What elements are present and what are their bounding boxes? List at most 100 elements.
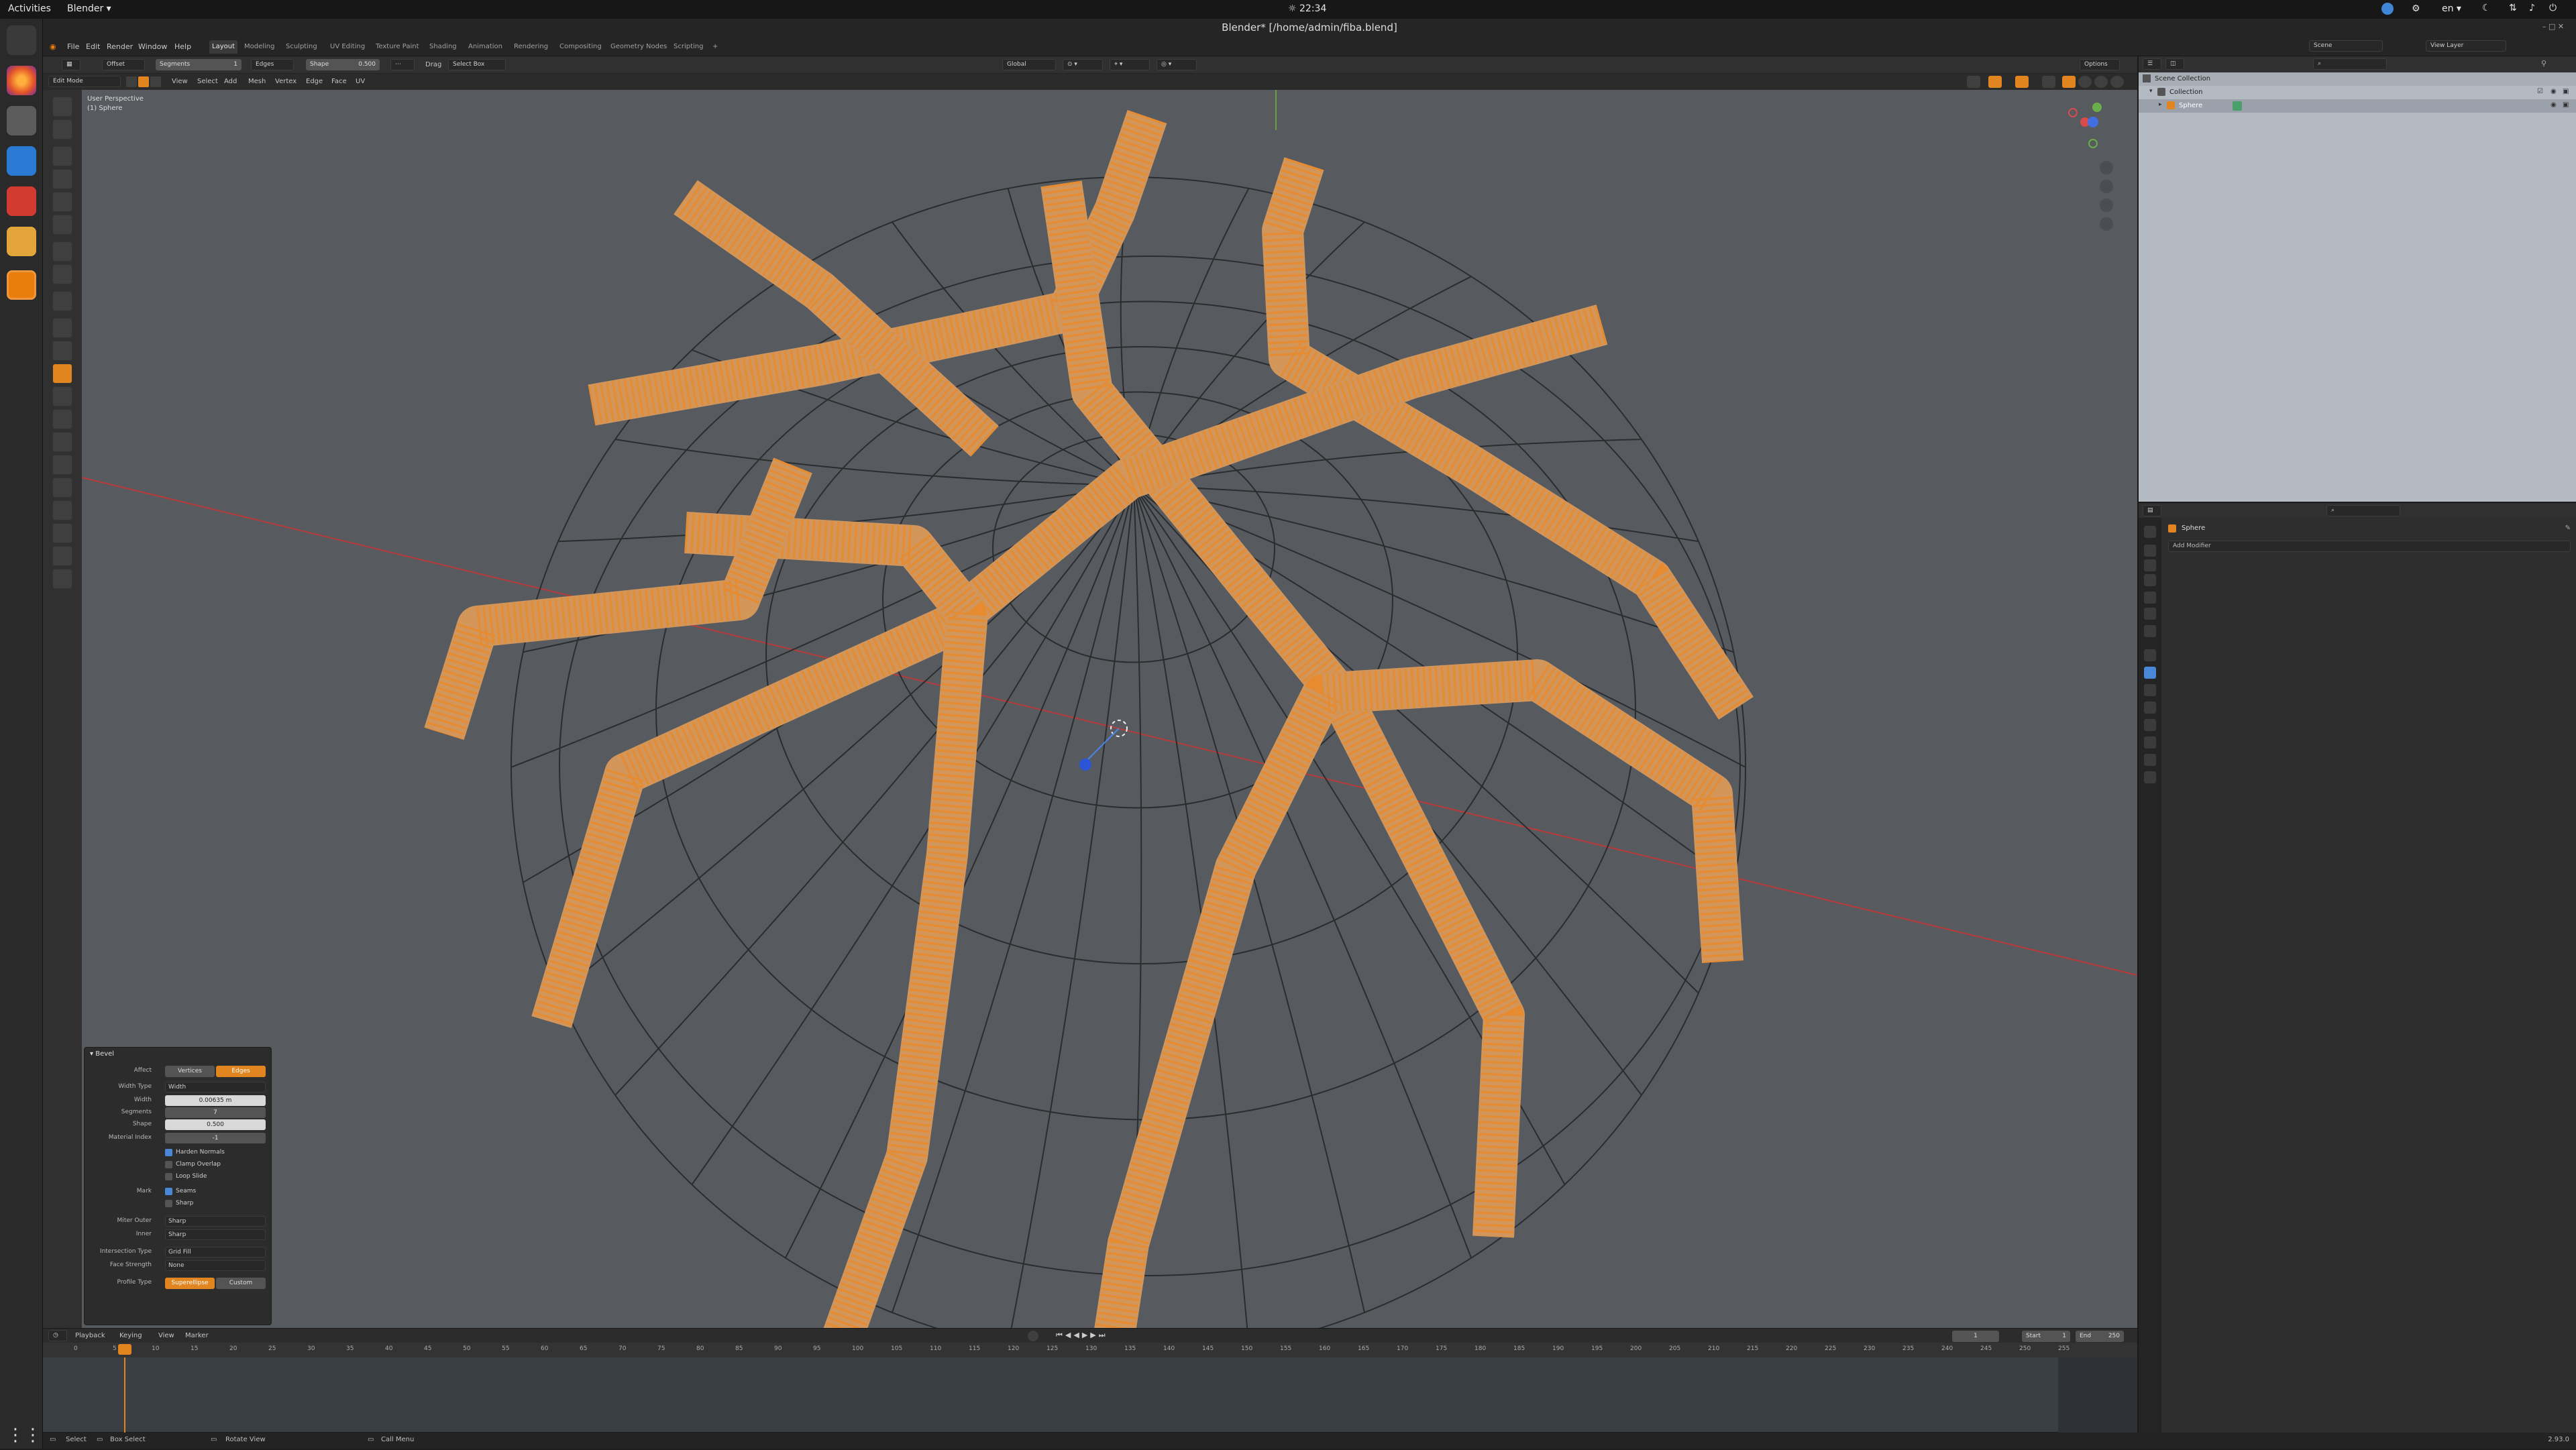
menu-add[interactable]: Add (224, 78, 237, 85)
window-controls[interactable]: – □ ✕ (2542, 22, 2569, 33)
outliner-row[interactable]: ▾ Collection ☑ ◉ ▣ (2139, 86, 2576, 99)
render-camera-icon[interactable]: ▣ (2563, 101, 2569, 109)
playhead-marker[interactable] (118, 1344, 131, 1355)
snap-dropdown[interactable]: ⋯ (390, 59, 415, 70)
world-tab-icon[interactable] (2144, 608, 2156, 620)
edge-select-icon[interactable] (138, 76, 149, 87)
tab-texture-paint[interactable]: Texture Paint (373, 40, 422, 54)
extrude-tool-icon[interactable] (52, 318, 72, 338)
bevel-operator-panel[interactable]: ▾ Bevel Affect Vertices Edges Width Type… (84, 1047, 272, 1325)
offset-dropdown[interactable]: Offset (102, 59, 145, 70)
measure-tool-icon[interactable] (52, 264, 72, 284)
affect-vertices-option[interactable]: Vertices (165, 1066, 215, 1077)
text-editor-icon[interactable] (7, 227, 36, 256)
add-workspace-button[interactable]: + (710, 40, 720, 54)
pivot-dropdown[interactable]: ⊙ ▾ (1063, 59, 1103, 70)
vscode-icon[interactable] (7, 146, 36, 176)
bevel-panel-title[interactable]: ▾ Bevel (90, 1050, 114, 1058)
add-cube-tool-icon[interactable] (52, 291, 72, 311)
profile-custom-option[interactable]: Custom (216, 1278, 266, 1289)
menu-window[interactable]: Window (138, 42, 167, 51)
start-frame-field[interactable]: Start 1 (2022, 1331, 2070, 1342)
proportional-dropdown[interactable]: ◎ ▾ (1157, 59, 1197, 70)
sphere-mesh-render[interactable] (82, 90, 2137, 1328)
timeline-editor-type[interactable]: ◷ (48, 1330, 67, 1341)
output-tab-icon[interactable] (2144, 559, 2156, 571)
modifier-tab-icon[interactable] (2144, 667, 2156, 679)
pin-icon[interactable]: ✎ (2565, 524, 2571, 532)
harden-normals-row[interactable]: Harden Normals (85, 1147, 272, 1159)
face-strength-dropdown[interactable]: None (165, 1260, 266, 1271)
orientation-dropdown[interactable]: Global (1002, 59, 1056, 70)
bevel-tool-icon[interactable] (52, 364, 72, 384)
menu-marker[interactable]: Marker (185, 1332, 209, 1339)
hide-eye-icon[interactable]: ◉ (2551, 101, 2557, 109)
constraints-tab-icon[interactable] (2144, 719, 2156, 731)
bevel-shape-field[interactable]: 0.500 (165, 1119, 266, 1130)
shear-tool-icon[interactable] (52, 546, 72, 566)
affect-dropdown[interactable]: Edges (251, 59, 294, 70)
shrink-fatten-tool-icon[interactable] (52, 523, 72, 543)
annotate-tool-icon[interactable] (52, 241, 72, 262)
clock[interactable]: ☼ 22:34 (1288, 3, 1326, 14)
harden-normals-checkbox[interactable] (165, 1149, 172, 1156)
exclude-checkbox-icon[interactable]: ☑ (2537, 88, 2543, 95)
end-frame-field[interactable]: End 250 (2076, 1331, 2124, 1342)
solid-shading-icon[interactable] (2078, 76, 2092, 88)
overlay-toggle-icon[interactable] (2015, 76, 2029, 88)
collection-tab-icon[interactable] (2144, 625, 2156, 637)
playback-controls[interactable]: ⏮◀◀▶▶⏭ (1056, 1331, 1108, 1340)
rendered-shading-icon[interactable] (2110, 76, 2124, 88)
loop-slide-checkbox[interactable] (165, 1173, 172, 1180)
tab-sculpting[interactable]: Sculpting (283, 40, 320, 54)
gizmo-toggle-icon[interactable] (1988, 76, 2002, 88)
3d-viewport[interactable]: User Perspective (1) Sphere (82, 90, 2137, 1328)
mark-sharp-checkbox[interactable] (165, 1200, 172, 1207)
data-tab-icon[interactable] (2144, 736, 2156, 748)
navigation-gizmo[interactable] (2023, 95, 2124, 249)
edge-slide-tool-icon[interactable] (52, 500, 72, 520)
menu-render[interactable]: Render (107, 42, 133, 51)
app-icon[interactable] (7, 186, 36, 216)
smooth-tool-icon[interactable] (52, 478, 72, 498)
scale-tool-icon[interactable] (52, 192, 72, 212)
tab-rendering[interactable]: Rendering (511, 40, 551, 54)
xray-toggle-icon[interactable] (2042, 76, 2055, 88)
inset-tool-icon[interactable] (52, 341, 72, 361)
menu-help[interactable]: Help (174, 42, 191, 51)
poly-build-tool-icon[interactable] (52, 432, 72, 452)
tab-uv-editing[interactable]: UV Editing (327, 40, 368, 54)
tab-compositing[interactable]: Compositing (557, 40, 604, 54)
vertex-select-icon[interactable] (126, 76, 137, 87)
filter-icon[interactable]: ⚲ (2541, 59, 2546, 68)
menu-edge[interactable]: Edge (306, 78, 323, 85)
blender-logo-icon[interactable]: ◉ (50, 42, 56, 51)
scene-tab-icon[interactable] (2144, 592, 2156, 604)
scene-selector[interactable]: Scene (2309, 40, 2383, 52)
blender-icon[interactable] (7, 270, 36, 300)
show-apps-icon[interactable]: ⋮⋮ (7, 1420, 42, 1450)
cursor-tool-icon[interactable] (52, 119, 72, 140)
menu-mesh[interactable]: Mesh (248, 78, 266, 85)
outliner-editor-type[interactable]: ☰ (2143, 58, 2161, 70)
texture-tab-icon[interactable] (2144, 771, 2156, 783)
bevel-segments-field[interactable]: 7 (165, 1107, 266, 1118)
view-layer-selector[interactable]: View Layer (2426, 40, 2506, 52)
miter-outer-dropdown[interactable]: Sharp (165, 1216, 266, 1227)
mode-dropdown[interactable]: Edit Mode (48, 76, 121, 87)
material-shading-icon[interactable] (2094, 76, 2108, 88)
select-box-dropdown[interactable]: Select Box (448, 59, 506, 70)
miter-inner-dropdown[interactable]: Sharp (165, 1229, 266, 1240)
display-mode-dropdown[interactable]: ◫ (2165, 58, 2184, 70)
language-selector[interactable]: en ▾ (2442, 3, 2461, 14)
transform-tool-icon[interactable] (52, 215, 72, 235)
record-icon[interactable] (1028, 1331, 1038, 1341)
terminal-icon[interactable] (7, 25, 36, 55)
object-tab-icon[interactable] (2144, 649, 2156, 661)
expand-arrow-icon[interactable]: ▾ (2149, 88, 2153, 95)
view-layer-tab-icon[interactable] (2144, 574, 2156, 586)
app-menu[interactable]: Blender ▾ (67, 3, 111, 14)
render-camera-icon[interactable]: ▣ (2563, 88, 2569, 95)
shape-field[interactable]: Shape 0.500 (306, 59, 380, 70)
accessibility-icon[interactable]: ⚙ (2412, 3, 2420, 14)
